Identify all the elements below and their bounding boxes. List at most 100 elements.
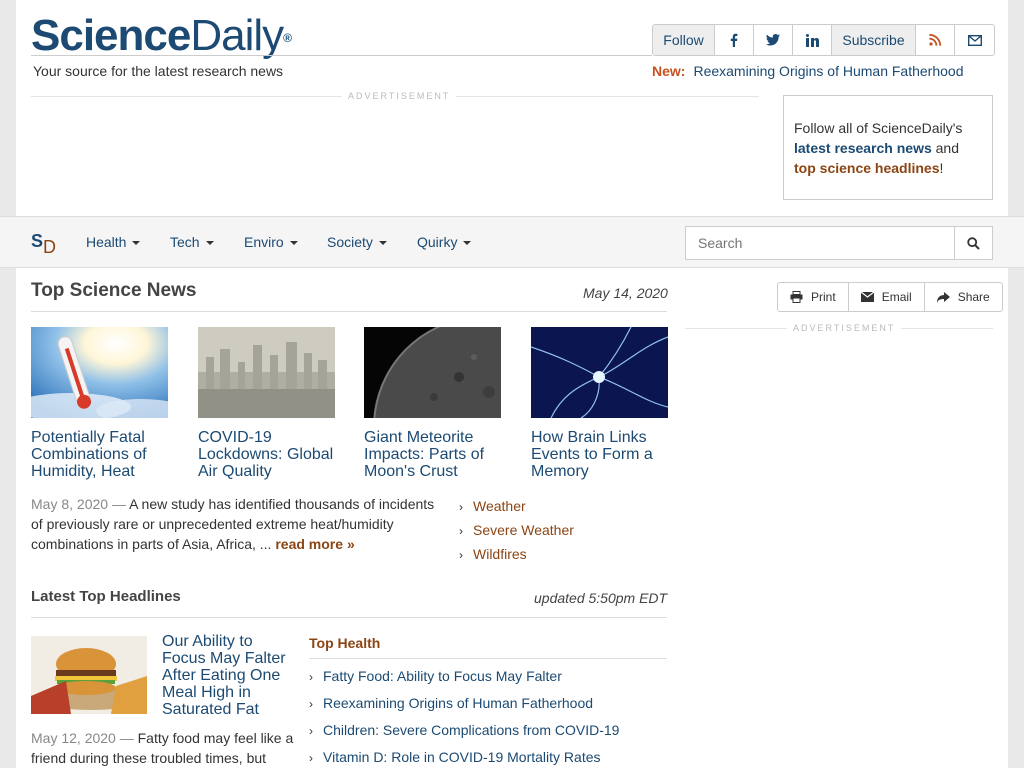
- email-button[interactable]: Email: [849, 283, 925, 311]
- story-image-moon[interactable]: [364, 327, 501, 418]
- headlines-updated: updated 5:50pm EDT: [534, 590, 668, 606]
- email-icon[interactable]: [955, 25, 994, 55]
- summary-separator: —: [108, 496, 130, 512]
- chevron-right-icon: ›: [459, 524, 463, 538]
- double-chevron-icon: »: [346, 536, 355, 552]
- main-navbar: SD Health Tech Enviro Society Quirky: [0, 216, 1024, 268]
- nav-tech[interactable]: Tech: [170, 234, 214, 250]
- logo-registered-mark: ®: [283, 31, 292, 45]
- top-story-summary: May 8, 2020 — A new study has identified…: [31, 494, 441, 554]
- caret-down-icon: [289, 241, 298, 246]
- subscribe-button[interactable]: Subscribe: [832, 25, 916, 55]
- keyword-severe-weather[interactable]: › Severe Weather: [459, 522, 574, 538]
- headline-date: May 12, 2020: [31, 730, 116, 746]
- top-health-item-label: Vitamin D: Role in COVID-19 Mortality Ra…: [323, 749, 601, 765]
- share-toolbar: Print Email Share: [777, 282, 1003, 312]
- search-button[interactable]: [954, 226, 993, 260]
- ad-label-side: ADVERTISEMENT: [787, 323, 902, 333]
- sd-logo-s: S: [31, 231, 44, 251]
- top-health-item-label: Children: Severe Complications from COVI…: [323, 722, 620, 738]
- keyword-weather[interactable]: › Weather: [459, 498, 526, 514]
- keyword-wildfires[interactable]: › Wildfires: [459, 546, 527, 562]
- top-health-item[interactable]: › Children: Severe Complications from COV…: [309, 722, 619, 738]
- story-image-air-quality[interactable]: [198, 327, 335, 418]
- top-health-item[interactable]: › Vitamin D: Role in COVID-19 Mortality R…: [309, 749, 601, 765]
- nav-society[interactable]: Society: [327, 234, 387, 250]
- new-label: New:: [652, 63, 686, 79]
- nav-enviro-label: Enviro: [244, 234, 284, 250]
- sd-logo[interactable]: SD: [31, 231, 56, 257]
- ad-label-top: ADVERTISEMENT: [342, 91, 457, 101]
- chevron-right-icon: ›: [459, 500, 463, 514]
- top-health-item[interactable]: › Fatty Food: Ability to Focus May Falter: [309, 668, 562, 684]
- read-more-link[interactable]: read more »: [275, 536, 354, 552]
- new-story-line: New: Reexamining Origins of Human Fatherh…: [652, 63, 963, 79]
- keyword-label: Weather: [473, 498, 526, 514]
- headline-separator: —: [115, 730, 138, 746]
- chevron-right-icon: ›: [309, 697, 313, 711]
- story-title-moon[interactable]: Giant Meteorite Impacts: Parts of Moon's…: [364, 429, 504, 480]
- story-image-brain[interactable]: [531, 327, 668, 418]
- story-image-heat[interactable]: [31, 327, 168, 418]
- top-health-heading[interactable]: Top Health: [309, 635, 380, 651]
- nav-enviro[interactable]: Enviro: [244, 234, 298, 250]
- email-label: Email: [881, 290, 912, 304]
- follow-box-text: Follow all of ScienceDaily's: [794, 120, 963, 136]
- site-logo[interactable]: ScienceDaily®: [31, 11, 292, 60]
- print-button[interactable]: Print: [778, 283, 849, 311]
- nav-tech-label: Tech: [170, 234, 200, 250]
- logo-daily: Daily: [190, 11, 284, 60]
- headlines-divider: [31, 617, 667, 618]
- top-news-divider: [31, 311, 667, 312]
- share-button[interactable]: Share: [925, 283, 1002, 311]
- tagline: Your source for the latest research news: [33, 63, 284, 79]
- chevron-right-icon: ›: [309, 724, 313, 738]
- nav-health[interactable]: Health: [86, 234, 141, 250]
- headline-image-burger[interactable]: [31, 636, 147, 714]
- search-input[interactable]: [685, 226, 955, 260]
- caret-down-icon: [378, 241, 387, 246]
- sd-logo-d: D: [43, 237, 57, 257]
- nav-quirky-label: Quirky: [417, 234, 458, 250]
- story-title-heat[interactable]: Potentially Fatal Combinations of Humidi…: [31, 429, 171, 480]
- chevron-right-icon: ›: [309, 670, 313, 684]
- keyword-label: Wildfires: [473, 546, 527, 562]
- headline-title-feature[interactable]: Our Ability to Focus May Falter After Ea…: [162, 633, 297, 718]
- linkedin-icon[interactable]: [793, 25, 832, 55]
- share-icon: [936, 291, 950, 303]
- print-icon: [790, 291, 803, 303]
- rss-icon[interactable]: [916, 25, 955, 55]
- envelope-icon: [860, 292, 874, 302]
- keyword-label: Severe Weather: [473, 522, 574, 538]
- top-headlines-link[interactable]: top science headlines: [794, 160, 940, 176]
- latest-research-link[interactable]: latest research news: [794, 140, 932, 156]
- story-title-brain[interactable]: How Brain Links Events to Form a Memory: [531, 429, 671, 480]
- chevron-right-icon: ›: [459, 548, 463, 562]
- follow-button[interactable]: Follow: [653, 25, 715, 55]
- nav-quirky[interactable]: Quirky: [417, 234, 472, 250]
- print-label: Print: [811, 290, 836, 304]
- caret-down-icon: [205, 241, 214, 246]
- summary-date: May 8, 2020: [31, 496, 109, 512]
- read-more-label: read more: [275, 536, 344, 552]
- headline-summary: May 12, 2020 — Fatty food may feel like …: [31, 728, 299, 768]
- follow-box: Follow all of ScienceDaily's latest rese…: [783, 95, 993, 200]
- chevron-right-icon: ›: [309, 751, 313, 765]
- top-health-item[interactable]: › Reexamining Origins of Human Fatherhood: [309, 695, 593, 711]
- top-health-item-label: Reexamining Origins of Human Fatherhood: [323, 695, 594, 711]
- facebook-icon[interactable]: [715, 25, 754, 55]
- share-label: Share: [957, 290, 990, 304]
- follow-box-excl: !: [939, 160, 944, 176]
- headlines-title: Latest Top Headlines: [31, 588, 181, 605]
- new-story-link[interactable]: Reexamining Origins of Human Fatherhood: [693, 63, 963, 79]
- nav-society-label: Society: [327, 234, 373, 250]
- top-news-title: Top Science News: [31, 280, 197, 301]
- story-title-air[interactable]: COVID-19 Lockdowns: Global Air Quality: [198, 429, 338, 480]
- top-health-item-label: Fatty Food: Ability to Focus May Falter: [323, 668, 562, 684]
- follow-box-and: and: [931, 140, 959, 156]
- twitter-icon[interactable]: [754, 25, 793, 55]
- header-divider: [31, 55, 652, 56]
- caret-down-icon: [463, 241, 472, 246]
- top-news-date: May 14, 2020: [583, 285, 668, 301]
- logo-science: Science: [31, 11, 191, 60]
